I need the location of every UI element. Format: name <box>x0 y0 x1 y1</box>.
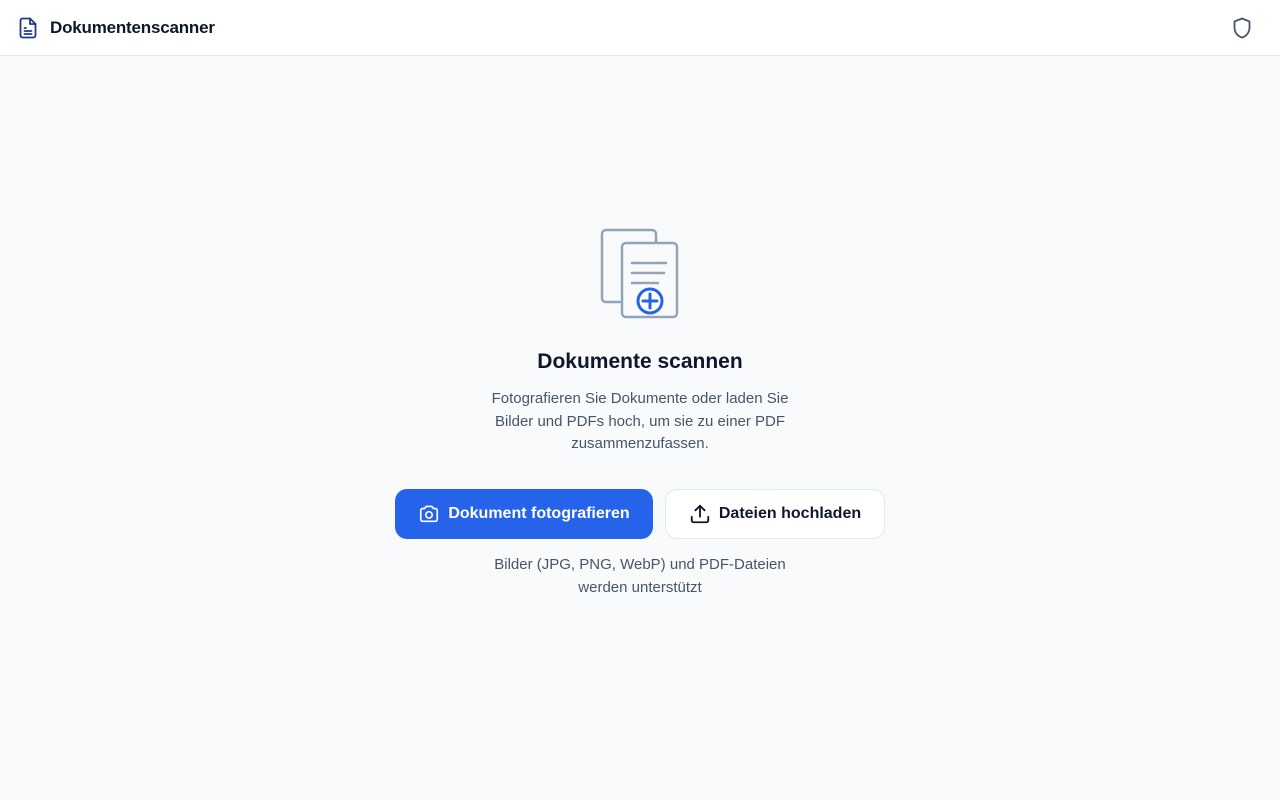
take-photo-label: Dokument fotografieren <box>448 505 630 522</box>
app-header: Dokumentenscanner <box>0 0 1280 56</box>
take-photo-button[interactable]: Dokument fotografieren <box>395 489 653 539</box>
shield-icon <box>1232 17 1252 39</box>
document-icon <box>18 17 38 39</box>
upload-icon <box>689 503 711 525</box>
page-title: Dokumente scannen <box>537 350 743 373</box>
page-description: Fotografieren Sie Dokumente oder laden S… <box>491 390 789 452</box>
camera-icon <box>418 503 440 525</box>
app-title: Dokumentenscanner <box>50 17 215 37</box>
supported-formats-note: Bilder (JPG, PNG, WebP) und PDF-Dateien … <box>494 556 786 596</box>
documents-add-icon <box>598 228 682 320</box>
upload-files-button[interactable]: Dateien hochladen <box>665 489 885 539</box>
privacy-button[interactable] <box>1230 16 1254 40</box>
upload-files-label: Dateien hochladen <box>718 505 862 522</box>
